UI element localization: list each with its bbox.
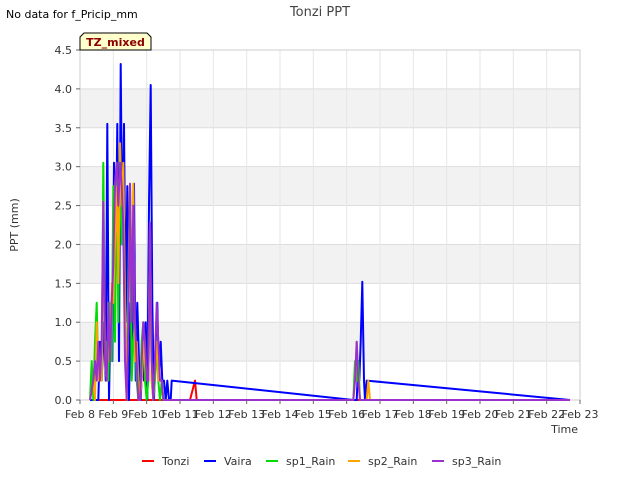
y-axis-ticks: 0.0 0.5 1.0 1.5 2.0 2.5 3.0 3.5 4.0 4.5: [55, 44, 80, 407]
y-tick-label: 0.0: [55, 394, 73, 407]
plot-band: [80, 166, 580, 206]
x-tick-label: Feb 23: [562, 408, 599, 421]
ppt-chart: No data for f_Pricip_mm Tonzi PPT 0.0 0.5…: [6, 5, 598, 468]
legend-item-sp3-rain: sp3_Rain: [432, 455, 501, 468]
x-tick-label: Feb 11: [162, 408, 199, 421]
x-tick-label: Feb 22: [528, 408, 565, 421]
legend-item-vaira: Vaira: [204, 455, 252, 468]
x-axis-ticks: Feb 8 Feb 9 Feb 10Feb 11Feb 12Feb 13Feb 14…: [65, 400, 598, 421]
x-tick-label: Feb 12: [195, 408, 232, 421]
y-tick-label: 0.5: [55, 355, 73, 368]
y-tick-label: 4.5: [55, 44, 73, 57]
legend-label: Vaira: [224, 455, 252, 468]
legend-item-sp1-rain: sp1_Rain: [266, 455, 335, 468]
legend-item-tonzi: Tonzi: [142, 455, 189, 468]
x-axis-title: Time: [550, 423, 578, 436]
x-tick-label: Feb 19: [428, 408, 465, 421]
plot-band: [80, 88, 580, 128]
x-tick-label: Feb 20: [462, 408, 499, 421]
legend-item-sp2-rain: sp2_Rain: [348, 455, 417, 468]
plot-band: [80, 50, 580, 89]
y-tick-label: 2.0: [55, 238, 73, 251]
legend: Tonzi Vaira sp1_Rain sp2_Rain sp3_Rain: [142, 455, 501, 468]
plot-band: [80, 283, 580, 323]
x-tick-label: Feb 18: [395, 408, 432, 421]
legend-label: sp3_Rain: [452, 455, 501, 468]
plot-band: [80, 205, 580, 245]
legend-label: Tonzi: [161, 455, 189, 468]
x-tick-label: Feb 9: [98, 408, 128, 421]
site-badge: TZ_mixed: [79, 32, 152, 51]
x-tick-label: Feb 10: [128, 408, 165, 421]
y-tick-label: 4.0: [55, 83, 73, 96]
x-tick-label: Feb 21: [495, 408, 532, 421]
plot-band: [80, 244, 580, 284]
x-tick-label: Feb 15: [295, 408, 332, 421]
chart-note: No data for f_Pricip_mm: [6, 8, 138, 21]
legend-label: sp1_Rain: [286, 455, 335, 468]
y-tick-label: 2.5: [55, 200, 73, 213]
x-tick-label: Feb 8: [65, 408, 95, 421]
plot-band: [80, 127, 580, 167]
x-tick-label: Feb 13: [228, 408, 265, 421]
x-tick-label: Feb 14: [262, 408, 299, 421]
site-badge-label: TZ_mixed: [86, 36, 145, 49]
y-tick-label: 3.0: [55, 161, 73, 174]
y-tick-label: 3.5: [55, 122, 73, 135]
y-tick-label: 1.5: [55, 277, 73, 290]
y-tick-label: 1.0: [55, 316, 73, 329]
x-tick-label: Feb 16: [328, 408, 365, 421]
chart-title: Tonzi PPT: [289, 5, 350, 20]
y-axis-title: PPT (mm): [8, 198, 21, 252]
legend-label: sp2_Rain: [368, 455, 417, 468]
x-tick-label: Feb 17: [362, 408, 399, 421]
